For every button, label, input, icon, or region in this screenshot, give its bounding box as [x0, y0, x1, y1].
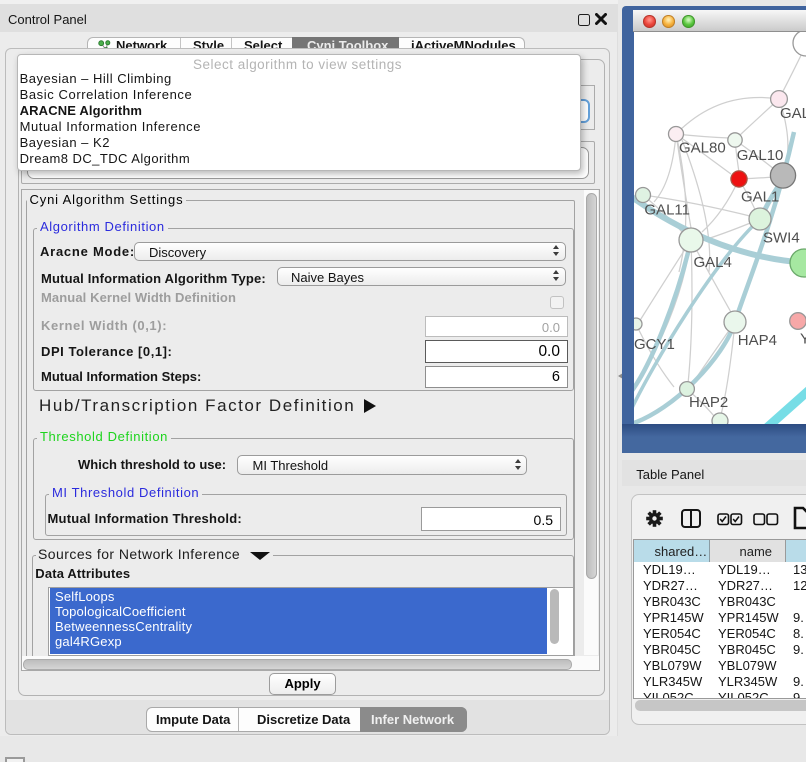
svg-text:GAL1: GAL1: [741, 188, 779, 205]
svg-text:GAL80: GAL80: [679, 139, 726, 156]
svg-text:GAL11: GAL11: [644, 201, 690, 218]
svg-text:HAP4: HAP4: [738, 332, 777, 349]
svg-text:GAL10: GAL10: [737, 146, 784, 163]
svg-text:Y: Y: [800, 330, 806, 347]
svg-text:GCY1: GCY1: [634, 336, 675, 353]
svg-text:GAL4: GAL4: [694, 254, 732, 271]
svg-text:SWI4: SWI4: [763, 229, 800, 246]
svg-text:GAL2: GAL2: [780, 105, 806, 122]
svg-text:HAP2: HAP2: [689, 394, 728, 411]
